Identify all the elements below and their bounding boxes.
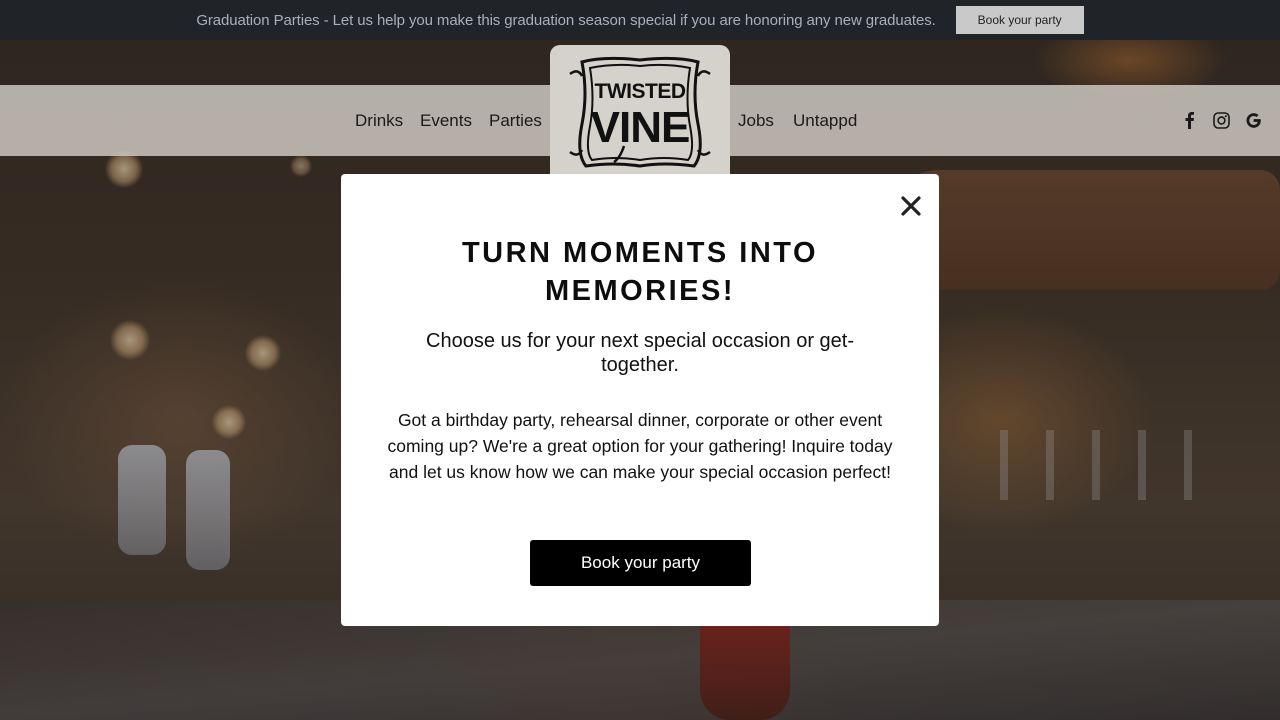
modal-subtitle: Choose us for your next special occasion…	[426, 330, 854, 376]
site-logo[interactable]: TWISTED VINE	[550, 45, 730, 180]
nav-link-parties[interactable]: Parties	[489, 111, 542, 131]
modal-title: TURN MOMENTS INTO MEMORIES!	[461, 237, 819, 307]
logo-text-line2: VINE	[591, 103, 690, 152]
instagram-icon[interactable]	[1210, 109, 1232, 131]
modal-body-text: Got a birthday party, rehearsal dinner, …	[387, 410, 893, 482]
nav-link-jobs[interactable]: Jobs	[738, 111, 774, 131]
party-booking-modal: TURN MOMENTS INTO MEMORIES! Choose us fo…	[341, 174, 939, 626]
twisted-vine-logo: TWISTED VINE	[569, 56, 711, 168]
nav-link-untappd[interactable]: Untappd	[793, 111, 857, 131]
announcement-book-party-button[interactable]: Book your party	[955, 6, 1084, 34]
book-party-button[interactable]: Book your party	[530, 540, 751, 586]
facebook-icon[interactable]	[1178, 109, 1200, 131]
announcement-text: Graduation Parties - Let us help you mak…	[196, 11, 936, 29]
nav-link-drinks[interactable]: Drinks	[355, 111, 403, 131]
announcement-bar: Graduation Parties - Let us help you mak…	[0, 0, 1280, 40]
google-icon[interactable]	[1242, 109, 1264, 131]
nav-link-events[interactable]: Events	[420, 111, 472, 131]
logo-text-line1: TWISTED	[595, 80, 686, 103]
close-icon[interactable]	[899, 194, 923, 218]
